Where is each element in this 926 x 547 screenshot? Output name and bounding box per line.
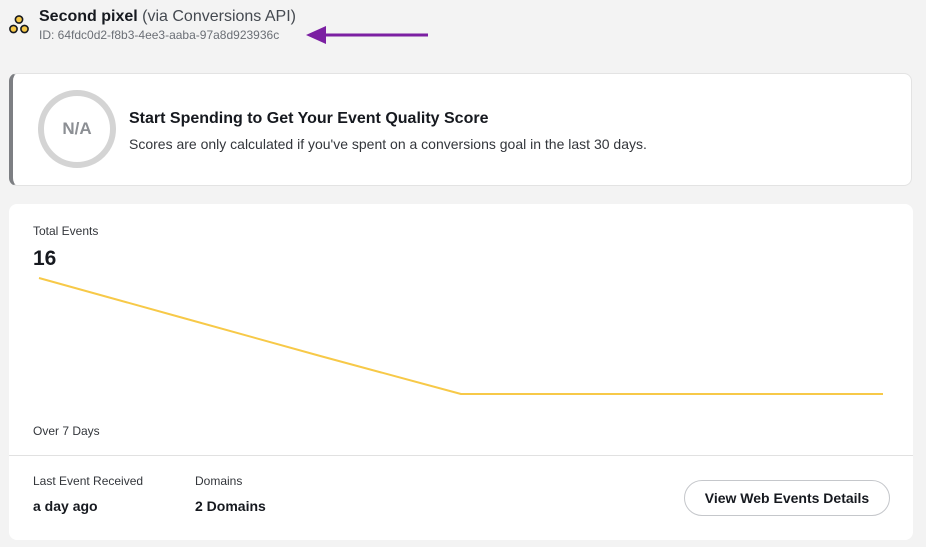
score-ring: N/A [38, 90, 116, 168]
score-title: Start Spending to Get Your Event Quality… [129, 110, 489, 127]
domains-value: 2 Domains [195, 498, 266, 514]
last-event-value: a day ago [33, 498, 98, 514]
pixel-source: (via Conversions API) [137, 8, 296, 25]
pixel-name: Second pixel [39, 8, 138, 25]
events-series-line [38, 277, 883, 395]
divider [9, 455, 913, 456]
pixel-icon [9, 15, 29, 34]
annotation-arrow-icon [306, 26, 428, 44]
events-line-chart [38, 277, 883, 395]
events-card: Total Events 16 Over 7 Days Last Event R… [9, 204, 913, 540]
view-web-events-details-button[interactable]: View Web Events Details [684, 480, 890, 516]
pixel-title: Second pixel (via Conversions API) [39, 8, 296, 26]
pixel-id: ID: 64fdc0d2-f8b3-4ee3-aaba-97a8d923936c [39, 28, 280, 42]
last-event-label: Last Event Received [33, 474, 144, 488]
score-description: Scores are only calculated if you've spe… [129, 136, 647, 152]
event-quality-score-card: N/A Start Spending to Get Your Event Qua… [9, 73, 912, 186]
pixel-header: Second pixel (via Conversions API) ID: 6… [8, 6, 908, 46]
domains-label: Domains [195, 474, 243, 488]
period-label: Over 7 Days [33, 424, 100, 438]
score-value: N/A [62, 119, 92, 138]
